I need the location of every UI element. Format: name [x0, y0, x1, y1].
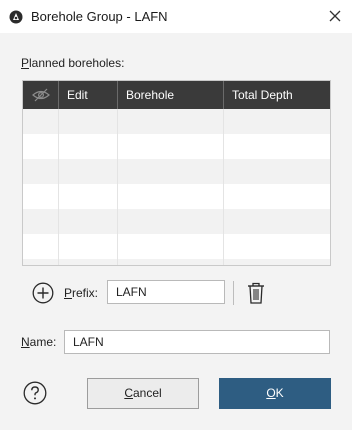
column-header-borehole[interactable]: Borehole — [117, 81, 223, 109]
table-header: Edit Borehole Total Depth — [23, 81, 330, 109]
ok-button[interactable]: OK — [219, 378, 331, 409]
plus-circle-icon[interactable] — [32, 282, 54, 304]
column-header-visibility[interactable] — [23, 81, 58, 109]
close-icon[interactable] — [325, 6, 345, 26]
title-bar: Borehole Group - LAFN — [0, 0, 352, 33]
eye-slash-icon — [32, 88, 50, 102]
table-row[interactable] — [23, 234, 330, 259]
column-divider — [58, 109, 59, 265]
table-row[interactable] — [23, 159, 330, 184]
name-input[interactable] — [64, 330, 330, 354]
column-header-edit[interactable]: Edit — [58, 81, 117, 109]
table-row[interactable] — [23, 209, 330, 234]
column-header-total-depth[interactable]: Total Depth — [223, 81, 330, 109]
prefix-input[interactable] — [107, 280, 225, 304]
cancel-button[interactable]: Cancel — [87, 378, 199, 409]
planned-boreholes-label: Planned boreholes: — [21, 56, 125, 70]
table-row[interactable] — [23, 184, 330, 209]
planned-boreholes-table[interactable]: Edit Borehole Total Depth — [22, 80, 331, 266]
trash-icon[interactable] — [246, 281, 266, 305]
window-title: Borehole Group - LAFN — [31, 9, 168, 24]
table-row[interactable] — [23, 134, 330, 159]
toolbar-divider — [233, 281, 234, 305]
help-circle-icon[interactable] — [23, 381, 47, 405]
table-row[interactable] — [23, 109, 330, 134]
column-divider — [223, 109, 224, 265]
table-row[interactable] — [23, 259, 330, 265]
leapfrog-app-icon — [9, 10, 23, 24]
name-label: Name: — [21, 335, 57, 349]
column-divider — [117, 109, 118, 265]
prefix-label: Prefix: — [64, 286, 99, 300]
